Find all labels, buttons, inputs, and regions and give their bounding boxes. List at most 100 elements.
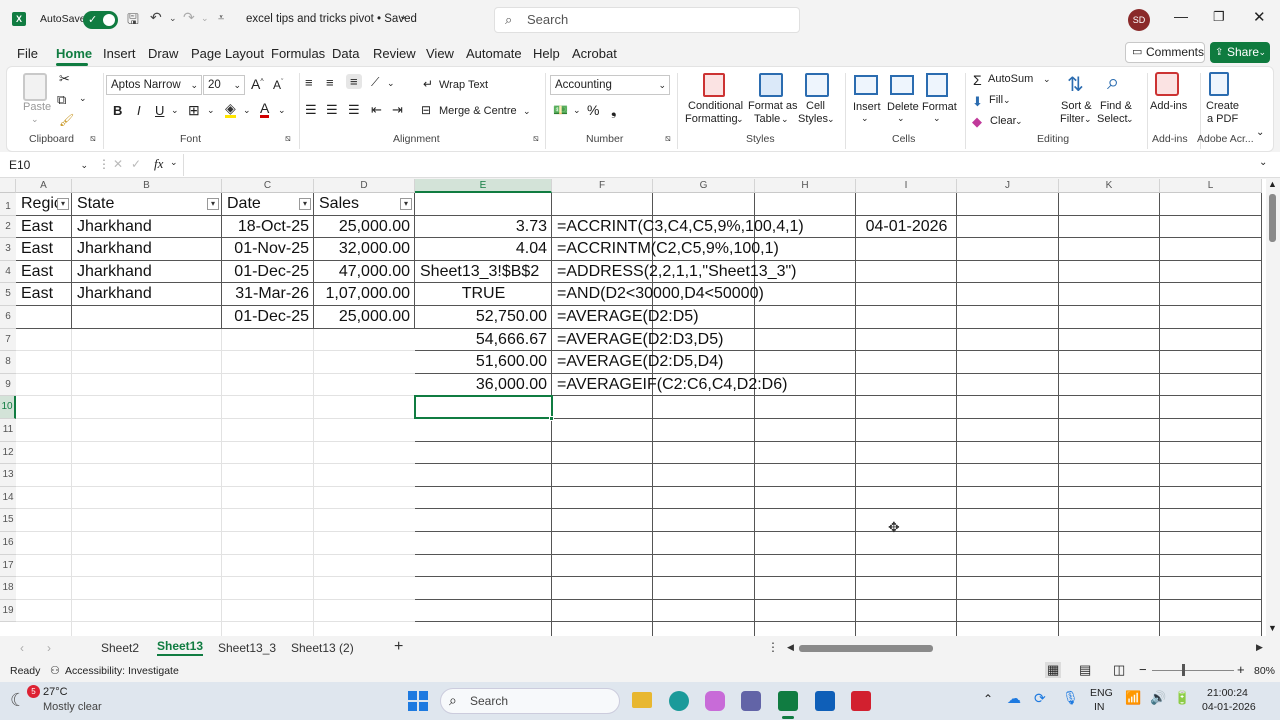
cell-b3[interactable]: Jharkhand	[72, 238, 222, 261]
font-launcher-icon[interactable]: ⧅	[285, 133, 291, 144]
percent-icon[interactable]: %	[587, 102, 599, 118]
fill-dropdown-icon[interactable]: ⌄	[1003, 95, 1011, 106]
fill-handle[interactable]	[549, 416, 554, 421]
cell-b1[interactable]: State	[72, 193, 222, 216]
column-header-l[interactable]: L	[1160, 179, 1262, 193]
conditional-formatting-button-l2[interactable]: Formatting	[685, 113, 738, 125]
alignment-launcher-icon[interactable]: ⧅	[533, 133, 539, 144]
borders-dropdown-icon[interactable]: ⌄	[207, 105, 215, 116]
cell-styles-button-l1[interactable]: Cell	[806, 100, 825, 112]
find-select-button-l2[interactable]: Select	[1097, 113, 1128, 125]
cell-a5[interactable]: East	[16, 283, 72, 306]
save-icon[interactable]: 🖫	[127, 9, 139, 33]
align-bottom-icon[interactable]: ≡	[346, 74, 362, 89]
menu-draw[interactable]: Draw	[148, 46, 178, 61]
row-header-1[interactable]: 1	[0, 193, 16, 216]
normal-view-icon[interactable]: ▦	[1045, 662, 1062, 678]
avatar[interactable]: SD	[1128, 9, 1150, 31]
row-header-13[interactable]: 13	[0, 464, 16, 487]
select-all-corner[interactable]	[0, 179, 16, 193]
fill-color-dropdown-icon[interactable]: ⌄	[243, 105, 251, 116]
row-header-14[interactable]: 14	[0, 486, 16, 510]
search-box[interactable]: ⌕ Search	[494, 7, 800, 33]
collapse-ribbon-icon[interactable]: ⌄	[1256, 127, 1264, 138]
merge-centre-button[interactable]: Merge & Centre	[439, 105, 517, 117]
minimize-icon[interactable]: —	[1174, 8, 1188, 24]
copilot-icon[interactable]	[705, 691, 725, 711]
insert-cells-button[interactable]: Insert	[853, 101, 881, 113]
menu-home[interactable]: Home	[56, 46, 92, 61]
column-header-d[interactable]: D	[314, 179, 415, 193]
page-layout-view-icon[interactable]: ▤	[1079, 662, 1091, 678]
add-sheet-icon[interactable]: +	[394, 638, 403, 656]
menu-view[interactable]: View	[426, 46, 454, 61]
create-pdf-button-l2[interactable]: a PDF	[1207, 113, 1238, 125]
zoom-out-icon[interactable]: −	[1139, 662, 1147, 677]
column-header-e[interactable]: E	[415, 179, 552, 193]
clock-time[interactable]: 21:00:24	[1207, 687, 1248, 699]
page-break-view-icon[interactable]: ◫	[1113, 662, 1125, 678]
accessibility-status[interactable]: Accessibility: Investigate	[65, 665, 179, 677]
decrease-indent-icon[interactable]: ⇤	[371, 102, 382, 118]
sheet-tab-sheet13-3[interactable]: Sheet13_3	[218, 641, 276, 655]
cell-b4[interactable]: Jharkhand	[72, 261, 222, 284]
menu-help[interactable]: Help	[533, 46, 560, 61]
clock-date[interactable]: 04-01-2026	[1202, 701, 1256, 713]
tab-split-icon[interactable]: ⋮	[767, 640, 779, 654]
scroll-down-icon[interactable]: ▼	[1268, 623, 1277, 633]
cell-a4[interactable]: East	[16, 261, 72, 284]
vertical-scroll-thumb[interactable]	[1269, 194, 1276, 242]
show-hidden-icons-icon[interactable]: ⌃	[983, 692, 993, 706]
cell-e9[interactable]: 36,000.00	[415, 374, 552, 397]
conditional-formatting-dropdown-icon[interactable]: ⌄	[736, 114, 744, 125]
cell-f7[interactable]: =AVERAGE(D2:D3,D5)	[552, 329, 728, 352]
align-center-icon[interactable]: ☰	[326, 102, 338, 118]
cell-a3[interactable]: East	[16, 238, 72, 261]
column-header-h[interactable]: H	[755, 179, 856, 193]
menu-page-layout[interactable]: Page Layout	[191, 46, 264, 61]
column-header-f[interactable]: F	[552, 179, 653, 193]
copy-icon[interactable]: ⧉	[57, 92, 66, 108]
addins-button[interactable]: Add-ins	[1150, 100, 1187, 112]
conditional-formatting-button-l1[interactable]: Conditional	[688, 100, 743, 112]
accounting-format-icon[interactable]: 💵	[553, 103, 568, 117]
align-right-icon[interactable]: ☰	[348, 102, 360, 118]
font-color-icon[interactable]: A	[260, 101, 270, 118]
fill-color-icon[interactable]: ◈	[225, 101, 236, 118]
cell-f5[interactable]: =AND(D2<30000,D4<50000)	[552, 283, 769, 306]
document-title[interactable]: excel tips and tricks pivot • Saved	[246, 13, 417, 25]
delete-cells-button[interactable]: Delete	[887, 101, 919, 113]
cell-c2[interactable]: 18-Oct-25	[222, 216, 314, 239]
row-header-19[interactable]: 19	[0, 599, 16, 623]
format-dropdown-icon[interactable]: ⌄	[933, 113, 941, 124]
font-size-combo[interactable]: 20 ⌄	[203, 75, 245, 95]
row-header-15[interactable]: 15	[0, 509, 16, 532]
row-header-17[interactable]: 17	[0, 554, 16, 578]
insert-function-icon[interactable]: fx	[154, 156, 163, 172]
zoom-slider-thumb[interactable]	[1182, 664, 1185, 676]
autosum-button[interactable]: AutoSum	[988, 73, 1033, 85]
battery-icon[interactable]: 🔋	[1174, 690, 1190, 706]
acrobat-icon[interactable]	[851, 691, 871, 711]
format-cells-button[interactable]: Format	[922, 101, 957, 113]
font-color-dropdown-icon[interactable]: ⌄	[278, 105, 286, 116]
close-icon[interactable]: ✕	[1253, 8, 1266, 26]
cell-d3[interactable]: 32,000.00	[314, 238, 415, 261]
file-explorer-icon[interactable]	[632, 692, 652, 708]
prev-sheet-icon[interactable]: ‹	[20, 641, 24, 655]
column-header-i[interactable]: I	[856, 179, 957, 193]
cell-c3[interactable]: 01-Nov-25	[222, 238, 314, 261]
edge-icon[interactable]	[669, 691, 689, 711]
italic-icon[interactable]: I	[137, 103, 141, 118]
cell-b2[interactable]: Jharkhand	[72, 216, 222, 239]
cell-i2[interactable]: 04-01-2026	[856, 216, 957, 239]
formula-options-icon[interactable]: ⋮	[98, 157, 110, 171]
undo-dropdown-icon[interactable]: ⌄	[169, 13, 177, 24]
cell-d2[interactable]: 25,000.00	[314, 216, 415, 239]
cell-e6[interactable]: 52,750.00	[415, 306, 552, 329]
taskbar-search[interactable]: ⌕ Search	[440, 688, 620, 714]
undo-icon[interactable]: ↶	[150, 9, 162, 26]
orientation-dropdown-icon[interactable]: ⌄	[387, 78, 395, 89]
cell-e2[interactable]: 3.73	[415, 216, 552, 239]
cell-a2[interactable]: East	[16, 216, 72, 239]
